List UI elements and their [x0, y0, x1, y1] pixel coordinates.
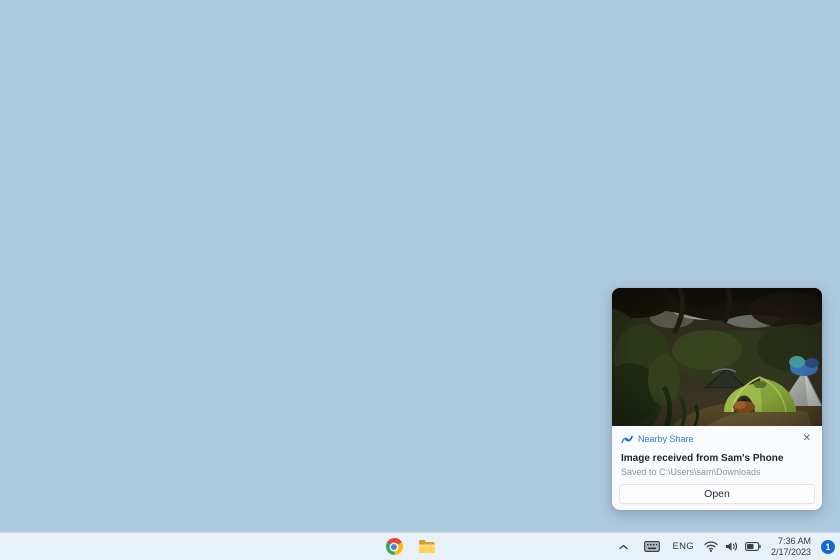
taskbar-system-tray: ENG 7:36 AM 2/17/2023 1: [614, 533, 835, 560]
campsite-photo: [612, 288, 822, 426]
nearby-share-icon: [621, 434, 633, 445]
notification-count-badge[interactable]: 1: [821, 540, 835, 554]
volume-icon: [725, 541, 738, 552]
folder-icon: [418, 539, 436, 554]
show-hidden-icons-button[interactable]: [614, 535, 632, 559]
received-image-preview[interactable]: [612, 288, 822, 426]
touch-keyboard-icon: [644, 541, 660, 552]
close-icon[interactable]: ✕: [801, 433, 813, 445]
notification-title: Image received from Sam's Phone: [612, 453, 822, 464]
clock-date: 2/17/2023: [771, 547, 811, 558]
nearby-share-notification: Nearby Share ✕ Image received from Sam's…: [612, 288, 822, 510]
chrome-taskbar-button[interactable]: [382, 535, 406, 559]
taskbar: ENG 7:36 AM 2/17/2023 1: [0, 532, 840, 560]
language-indicator[interactable]: ENG: [672, 541, 694, 552]
touch-keyboard-button[interactable]: [642, 535, 662, 559]
clock[interactable]: 7:36 AM 2/17/2023: [771, 536, 811, 558]
chevron-up-icon: [619, 544, 628, 550]
quick-settings-group[interactable]: [704, 541, 761, 552]
notification-header: Nearby Share ✕: [612, 426, 822, 446]
taskbar-pinned-apps: [382, 533, 439, 560]
wifi-icon: [704, 541, 718, 552]
open-button[interactable]: Open: [619, 484, 815, 504]
battery-icon: [745, 542, 761, 551]
app-name-label: Nearby Share: [638, 434, 694, 444]
notification-saved-path: Saved to C:\Users\sam\Downloads: [612, 467, 822, 477]
chrome-icon: [386, 538, 403, 555]
file-explorer-taskbar-button[interactable]: [415, 535, 439, 559]
clock-time: 7:36 AM: [771, 536, 811, 547]
app-attribution: Nearby Share: [621, 434, 694, 445]
